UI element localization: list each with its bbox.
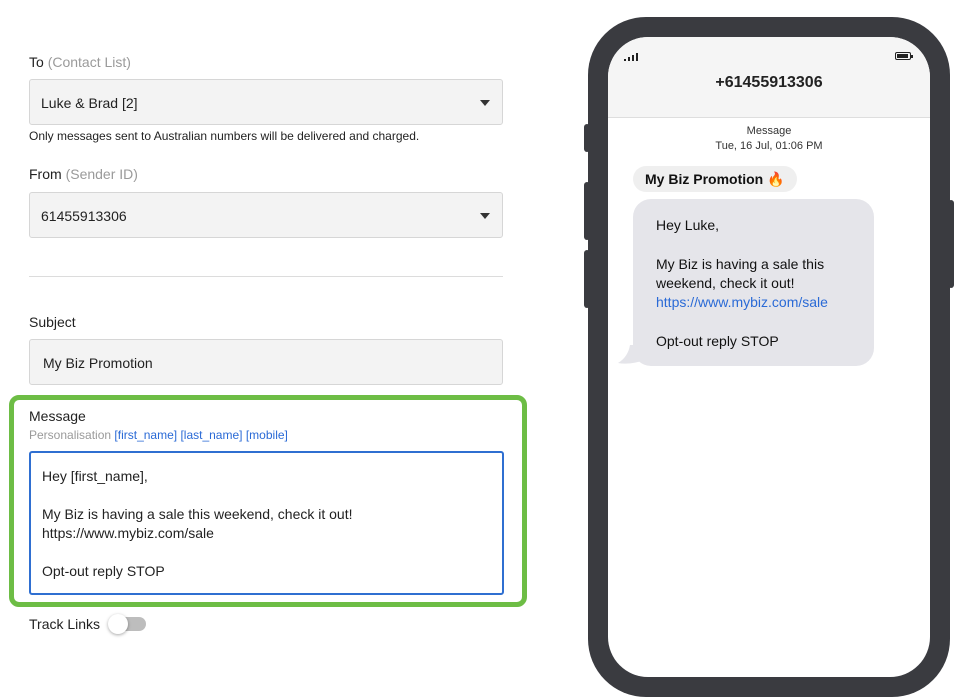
sender-id-select[interactable]: 61455913306 bbox=[29, 192, 503, 238]
delivery-note: Only messages sent to Australian numbers… bbox=[29, 129, 420, 143]
subject-input[interactable]: My Biz Promotion bbox=[29, 339, 503, 385]
message-timestamp: Tue, 16 Jul, 01:06 PM bbox=[715, 140, 823, 152]
tag-last-name[interactable]: [last_name] bbox=[180, 428, 242, 442]
message-label: Message bbox=[29, 408, 86, 424]
section-divider bbox=[29, 276, 503, 277]
personalisation-label: Personalisation bbox=[29, 428, 112, 442]
sender-name: My Biz Promotion bbox=[645, 171, 764, 187]
bubble-line: weekend, check it out! bbox=[656, 275, 795, 291]
contact-list-value: Luke & Brad [2] bbox=[41, 95, 138, 111]
message-line: Hey [first_name], bbox=[42, 468, 148, 484]
contact-list-select[interactable]: Luke & Brad [2] bbox=[29, 79, 503, 125]
phone-volume-down bbox=[584, 250, 590, 308]
toggle-knob bbox=[108, 614, 128, 634]
personalisation-row: Personalisation [first_name] [last_name]… bbox=[29, 428, 288, 442]
fire-icon: 🔥 bbox=[767, 171, 785, 187]
from-label: From (Sender ID) bbox=[29, 166, 138, 182]
track-links-toggle[interactable] bbox=[108, 614, 146, 634]
subject-value: My Biz Promotion bbox=[43, 355, 153, 371]
to-label-text: To bbox=[29, 54, 44, 70]
from-label-text: From bbox=[29, 166, 62, 182]
to-hint: (Contact List) bbox=[47, 54, 131, 70]
phone-power-button bbox=[948, 200, 954, 288]
phone-screen: +61455913306 Message Tue, 16 Jul, 01:06 … bbox=[608, 37, 930, 677]
sender-id-value: 61455913306 bbox=[41, 208, 127, 224]
recipient-number: +61455913306 bbox=[715, 74, 823, 91]
caret-down-icon bbox=[480, 100, 490, 106]
to-label: To (Contact List) bbox=[29, 54, 131, 70]
from-hint: (Sender ID) bbox=[65, 166, 138, 182]
message-textarea[interactable]: Hey [first_name], My Biz is having a sal… bbox=[29, 451, 504, 595]
message-line: Opt-out reply STOP bbox=[42, 563, 165, 579]
battery-icon bbox=[895, 52, 913, 60]
message-line: My Biz is having a sale this weekend, ch… bbox=[42, 506, 353, 522]
message-meta-title: Message bbox=[746, 125, 792, 137]
message-line: https://www.mybiz.com/sale bbox=[42, 525, 214, 541]
track-links-label: Track Links bbox=[29, 616, 101, 632]
tag-first-name[interactable]: [first_name] bbox=[114, 428, 177, 442]
conversation-header: +61455913306 bbox=[608, 37, 930, 118]
phone-mute-switch bbox=[584, 124, 590, 152]
caret-down-icon bbox=[480, 213, 490, 219]
bubble-line: My Biz is having a sale this bbox=[656, 256, 825, 272]
bubble-line: Opt-out reply STOP bbox=[656, 333, 779, 349]
message-bubble: Hey Luke, My Biz is having a sale this w… bbox=[633, 199, 874, 366]
subject-label: Subject bbox=[29, 314, 76, 330]
tag-mobile[interactable]: [mobile] bbox=[246, 428, 288, 442]
signal-icon bbox=[624, 53, 640, 61]
bubble-link[interactable]: https://www.mybiz.com/sale bbox=[656, 294, 828, 310]
sender-pill: My Biz Promotion 🔥 bbox=[633, 166, 797, 192]
bubble-line: Hey Luke, bbox=[656, 217, 720, 233]
phone-volume-up bbox=[584, 182, 590, 240]
